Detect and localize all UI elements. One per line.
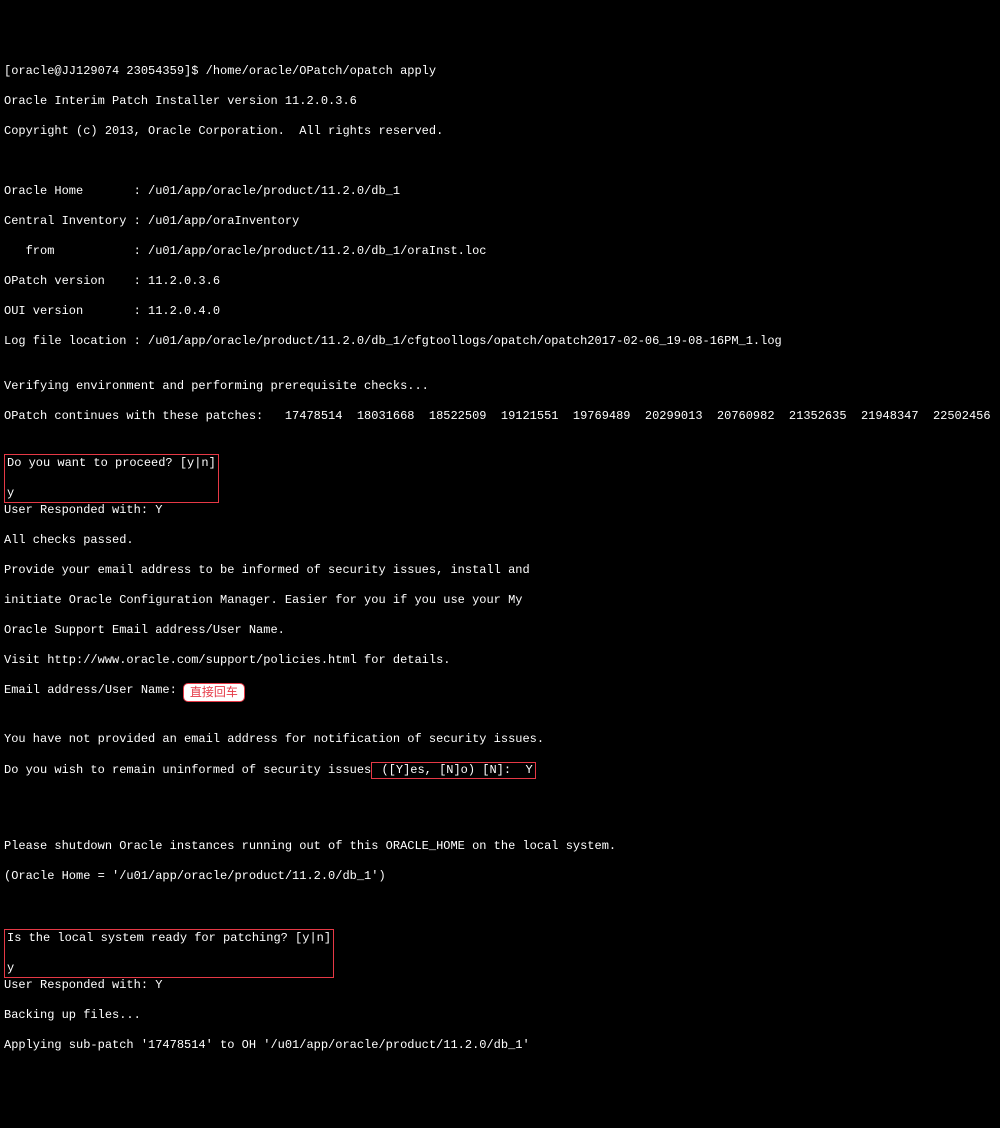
email-label[interactable]: Email address/User Name: [4, 683, 177, 698]
terminal-line: [oracle@JJ129074 23054359]$ /home/oracle… [4, 64, 996, 79]
terminal-line: initiate Oracle Configuration Manager. E… [4, 593, 996, 608]
terminal-line: OPatch version : 11.2.0.3.6 [4, 274, 996, 289]
terminal-line: Do you wish to remain uninformed of secu… [4, 762, 996, 779]
highlight-ready: Is the local system ready for patching? … [4, 929, 334, 978]
terminal-line: Copyright (c) 2013, Oracle Corporation. … [4, 124, 996, 139]
terminal-line: Visit http://www.oracle.com/support/poli… [4, 653, 996, 668]
terminal-line: Central Inventory : /u01/app/oraInventor… [4, 214, 996, 229]
terminal-line: Please shutdown Oracle instances running… [4, 839, 996, 854]
terminal-line: Oracle Support Email address/User Name. [4, 623, 996, 638]
terminal-line: Oracle Interim Patch Installer version 1… [4, 94, 996, 109]
terminal-line: You have not provided an email address f… [4, 732, 996, 747]
terminal-line: OUI version : 11.2.0.4.0 [4, 304, 996, 319]
ready-answer[interactable]: y [7, 961, 331, 976]
highlight-proceed: Do you want to proceed? [y|n] y [4, 454, 219, 503]
terminal-line: (Oracle Home = '/u01/app/oracle/product/… [4, 869, 996, 884]
annotation-enter: 直接回车 [183, 683, 245, 702]
terminal-line: User Responded with: Y [4, 503, 996, 518]
terminal-line: Applying sub-patch '17478514' to OH '/u0… [4, 1038, 996, 1053]
highlight-uninformed-answer[interactable]: ([Y]es, [N]o) [N]: Y [371, 762, 535, 779]
email-prompt-line: Email address/User Name: 直接回车 [4, 683, 996, 702]
terminal-line: from : /u01/app/oracle/product/11.2.0/db… [4, 244, 996, 259]
terminal-line: Provide your email address to be informe… [4, 563, 996, 578]
command-text: /home/oracle/OPatch/opatch apply [198, 64, 436, 78]
proceed-answer[interactable]: y [7, 486, 216, 501]
terminal-line: Verifying environment and performing pre… [4, 379, 996, 394]
terminal-line: Backing up files... [4, 1008, 996, 1023]
terminal-line: Log file location : /u01/app/oracle/prod… [4, 334, 996, 349]
shell-prompt[interactable]: [oracle@JJ129074 23054359]$ [4, 64, 198, 78]
uninformed-prefix: Do you wish to remain uninformed of secu… [4, 763, 371, 777]
proceed-question: Do you want to proceed? [y|n] [7, 456, 216, 471]
terminal-line: User Responded with: Y [4, 978, 996, 993]
terminal-line: Oracle Home : /u01/app/oracle/product/11… [4, 184, 996, 199]
terminal-line: OPatch continues with these patches: 174… [4, 409, 996, 424]
ready-question: Is the local system ready for patching? … [7, 931, 331, 946]
terminal-line: All checks passed. [4, 533, 996, 548]
